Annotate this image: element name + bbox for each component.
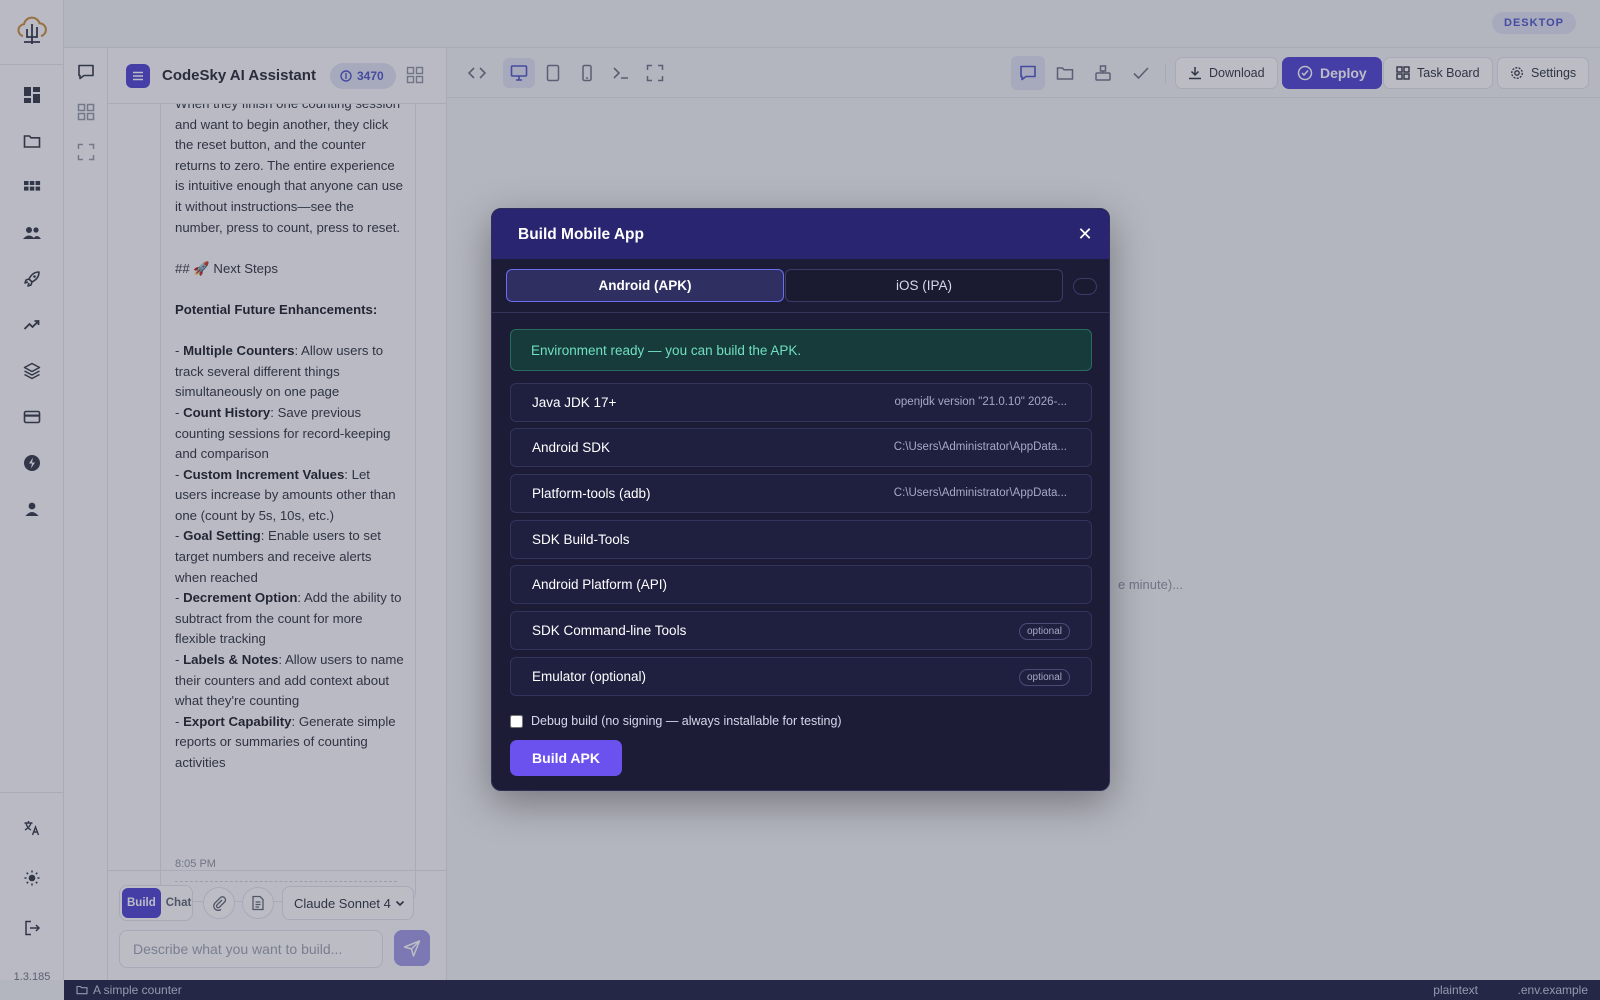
requirement-row[interactable]: Emulator (optional) optional — [510, 657, 1092, 696]
debug-build-label: Debug build (no signing — always install… — [531, 714, 842, 728]
requirement-detected-value: C:\Users\Administrator\AppData... — [893, 487, 1067, 499]
requirement-row[interactable]: SDK Command-line Tools optional — [510, 611, 1092, 650]
requirement-row[interactable]: Platform-tools (adb) C:\Users\Administrat… — [510, 474, 1092, 513]
requirement-detected-value: C:\Users\Administrator\AppData... — [893, 441, 1067, 453]
requirement-row[interactable]: Android Platform (API) — [510, 565, 1092, 604]
environment-status-banner: Environment ready — you can build the AP… — [510, 329, 1092, 371]
platform-tabs: Android (APK) iOS (IPA) — [492, 259, 1109, 313]
requirement-name: SDK Build-Tools — [532, 532, 630, 547]
extra-tab-toggle[interactable] — [1073, 278, 1097, 295]
requirement-name: Emulator (optional) — [532, 669, 647, 684]
modal-header: Build Mobile App ✕ — [492, 209, 1109, 259]
requirement-name: Java JDK 17+ — [532, 395, 617, 410]
tab-android-apk[interactable]: Android (APK) — [506, 269, 784, 302]
requirement-row[interactable]: Android SDK C:\Users\Administrator\AppDat… — [510, 428, 1092, 467]
requirement-row[interactable]: SDK Build-Tools — [510, 520, 1092, 559]
debug-build-option[interactable]: Debug build (no signing — always install… — [510, 714, 842, 728]
debug-build-checkbox[interactable] — [510, 714, 523, 728]
requirement-detected-value: openjdk version "21.0.10" 2026-... — [894, 396, 1067, 408]
requirement-name: Android Platform (API) — [532, 577, 668, 592]
close-icon[interactable]: ✕ — [1076, 225, 1094, 243]
requirement-name: SDK Command-line Tools — [532, 623, 687, 638]
optional-badge: optional — [1018, 623, 1070, 640]
tab-ios-ipa[interactable]: iOS (IPA) — [785, 269, 1063, 302]
requirement-name: Android SDK — [532, 440, 611, 455]
build-apk-button[interactable]: Build APK — [510, 740, 622, 776]
modal-title: Build Mobile App — [518, 226, 644, 243]
requirement-name: Platform-tools (adb) — [532, 486, 651, 501]
requirement-row[interactable]: Java JDK 17+ openjdk version "21.0.10" 20… — [510, 383, 1092, 422]
optional-badge: optional — [1018, 669, 1070, 686]
build-mobile-app-modal: Build Mobile App ✕ Android (APK) iOS (IP… — [491, 208, 1110, 791]
